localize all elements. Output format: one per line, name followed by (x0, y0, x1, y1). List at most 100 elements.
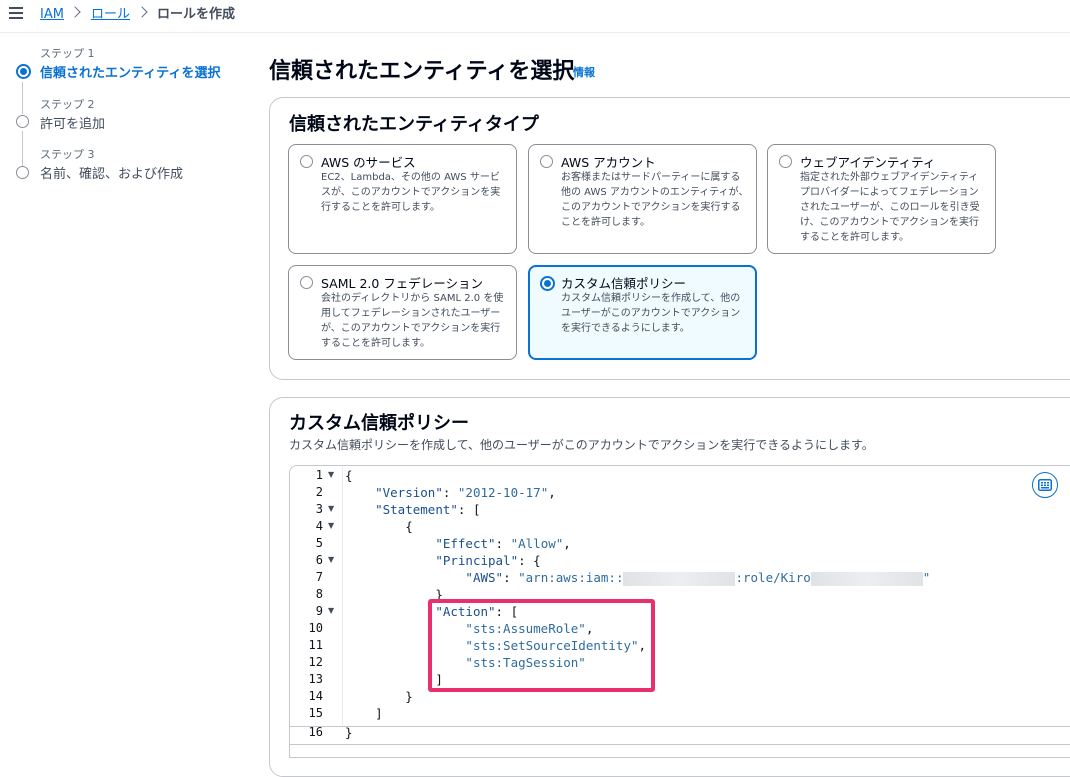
step-1-title[interactable]: 信頼されたエンティティを選択 (40, 62, 220, 81)
line-number: 7 (315, 570, 323, 584)
code-string: "Allow" (510, 536, 564, 551)
line-number: 11 (308, 638, 323, 652)
code-key: "Action" (435, 604, 496, 619)
fold-arrow-icon[interactable]: ▼ (328, 606, 334, 615)
line-number: 9 (315, 604, 323, 618)
policy-code-editor[interactable]: 1 2 3 4 5 6 7 8 9 10 11 12 13 14 15 16 ▼… (289, 465, 1070, 758)
tile-aws-service[interactable]: AWS のサービス EC2、Lambda、その他の AWS サービスが、このアカ… (288, 144, 517, 254)
tile-label: AWS のサービス (321, 155, 416, 170)
code-string: " (922, 570, 931, 585)
fold-arrow-icon[interactable]: ▼ (328, 555, 334, 564)
code-token: ] (375, 706, 383, 721)
code-string: "sts:AssumeRole" (465, 621, 586, 636)
fold-arrow-icon[interactable]: ▼ (328, 504, 334, 513)
code-key: "Statement" (375, 502, 458, 517)
step-2-icon (16, 115, 29, 128)
tile-description: 会社のディレクトリから SAML 2.0 を使用してフェデレーションされたユーザ… (321, 293, 504, 349)
code-line-5: "Effect": "Allow", (435, 536, 571, 551)
tile-label: AWS アカウント (561, 155, 656, 170)
tile-web-identity[interactable]: ウェブアイデンティティ 指定された外部ウェブアイデンティティプロバイダーによって… (767, 144, 996, 254)
step-connector (22, 82, 23, 114)
code-token: ] (435, 672, 443, 687)
code-line-2: "Version": "2012-10-17", (375, 485, 556, 500)
code-line-1: { (345, 468, 353, 483)
code-token: } (405, 689, 413, 704)
custom-policy-heading: カスタム信頼ポリシー (289, 413, 469, 434)
tile-saml-federation[interactable]: SAML 2.0 フェデレーション 会社のディレクトリから SAML 2.0 を… (288, 265, 517, 360)
menu-icon[interactable] (9, 7, 23, 21)
step-2-title: 許可を追加 (40, 117, 106, 132)
tile-description: お客様またはサードパーティーに属する他の AWS アカウントのエンティティが、こ… (561, 172, 749, 228)
code-line-7: "AWS": "arn:aws:iam:::role/Kiro " (465, 570, 931, 586)
line-number: 2 (315, 485, 323, 499)
code-line-4: { (345, 519, 413, 534)
keyboard-icon (1038, 479, 1052, 491)
tile-aws-account[interactable]: AWS アカウント お客様またはサードパーティーに属する他の AWS アカウント… (528, 144, 757, 254)
custom-policy-description: カスタム信頼ポリシーを作成して、他のユーザーがこのアカウントでアクションを実行で… (289, 438, 874, 452)
code-token: { (345, 468, 353, 483)
active-line-bottom-border (290, 744, 1070, 745)
code-string: "sts:SetSourceIdentity" (465, 638, 639, 653)
line-number: 15 (308, 706, 323, 720)
code-string: "2012-10-17" (457, 485, 549, 500)
line-number: 16 (308, 725, 323, 739)
page-title: 信頼されたエンティティを選択 (269, 59, 575, 84)
redacted-role-name (810, 571, 923, 586)
code-line-12: "sts:TagSession" (345, 655, 586, 670)
line-number: 13 (308, 672, 323, 686)
tile-custom-trust-policy[interactable]: カスタム信頼ポリシー カスタム信頼ポリシーを作成して、他のユーザーがこのアカウン… (528, 265, 757, 360)
code-line-3: "Statement": [ (375, 502, 481, 517)
code-string: "arn:aws:iam:: (518, 570, 624, 585)
code-line-8: } (345, 587, 443, 602)
code-string: "sts:TagSession" (465, 655, 586, 670)
code-string: :role/Kiro (735, 570, 811, 585)
gutter-divider (342, 466, 343, 726)
tile-label: カスタム信頼ポリシー (561, 276, 687, 291)
tile-label: SAML 2.0 フェデレーション (321, 276, 484, 291)
tile-label: ウェブアイデンティティ (800, 155, 936, 170)
line-number: 12 (308, 655, 323, 669)
code-key: "Effect" (435, 536, 496, 551)
step-3-label: ステップ 3 (40, 148, 95, 161)
code-line-14: } (345, 689, 413, 704)
step-2-label: ステップ 2 (40, 98, 95, 111)
tile-description: EC2、Lambda、その他の AWS サービスが、このアカウントでアクションを… (321, 172, 501, 213)
code-line-9: "Action": [ (435, 604, 519, 619)
fold-arrow-icon[interactable]: ▼ (328, 470, 334, 479)
info-link[interactable]: 情報 (573, 64, 595, 80)
step-1-active-icon (16, 64, 31, 79)
step-1-label: ステップ 1 (40, 47, 95, 60)
code-line-13: ] (345, 672, 443, 687)
tile-description: カスタム信頼ポリシーを作成して、他のユーザーがこのアカウントでアクションを実行で… (561, 293, 741, 334)
fold-arrow-icon[interactable]: ▼ (328, 521, 334, 530)
code-token: } (435, 587, 443, 602)
line-number: 4 (315, 519, 323, 533)
code-token: } (345, 725, 353, 740)
line-number: 5 (315, 536, 323, 550)
step-connector (22, 131, 23, 166)
step-3-icon (16, 166, 29, 179)
entity-type-heading: 信頼されたエンティティタイプ (289, 114, 539, 135)
line-number: 8 (315, 587, 323, 601)
editor-settings-button[interactable] (1032, 472, 1058, 498)
radio-icon[interactable] (300, 155, 313, 168)
breadcrumb-iam[interactable]: IAM (40, 7, 64, 23)
chevron-right-icon (136, 6, 148, 18)
radio-icon[interactable] (300, 276, 313, 289)
radio-selected-icon[interactable] (540, 276, 555, 291)
breadcrumb-roles[interactable]: ロール (91, 7, 130, 23)
radio-icon[interactable] (540, 155, 553, 168)
line-number: 6 (315, 553, 323, 567)
code-key: "Principal" (435, 553, 519, 568)
code-line-11: "sts:SetSourceIdentity", (465, 638, 647, 653)
code-key: "AWS" (465, 570, 504, 585)
code-line-16: } (345, 725, 353, 740)
code-line-15: ] (345, 706, 383, 721)
active-line-top-border (290, 726, 1070, 727)
step-3-title: 名前、確認、および作成 (40, 167, 184, 182)
redacted-account-id (623, 571, 736, 586)
line-number: 3 (315, 502, 323, 516)
code-line-10: "sts:AssumeRole", (465, 621, 594, 636)
radio-icon[interactable] (779, 155, 792, 168)
breadcrumb-create-role: ロールを作成 (157, 7, 236, 22)
